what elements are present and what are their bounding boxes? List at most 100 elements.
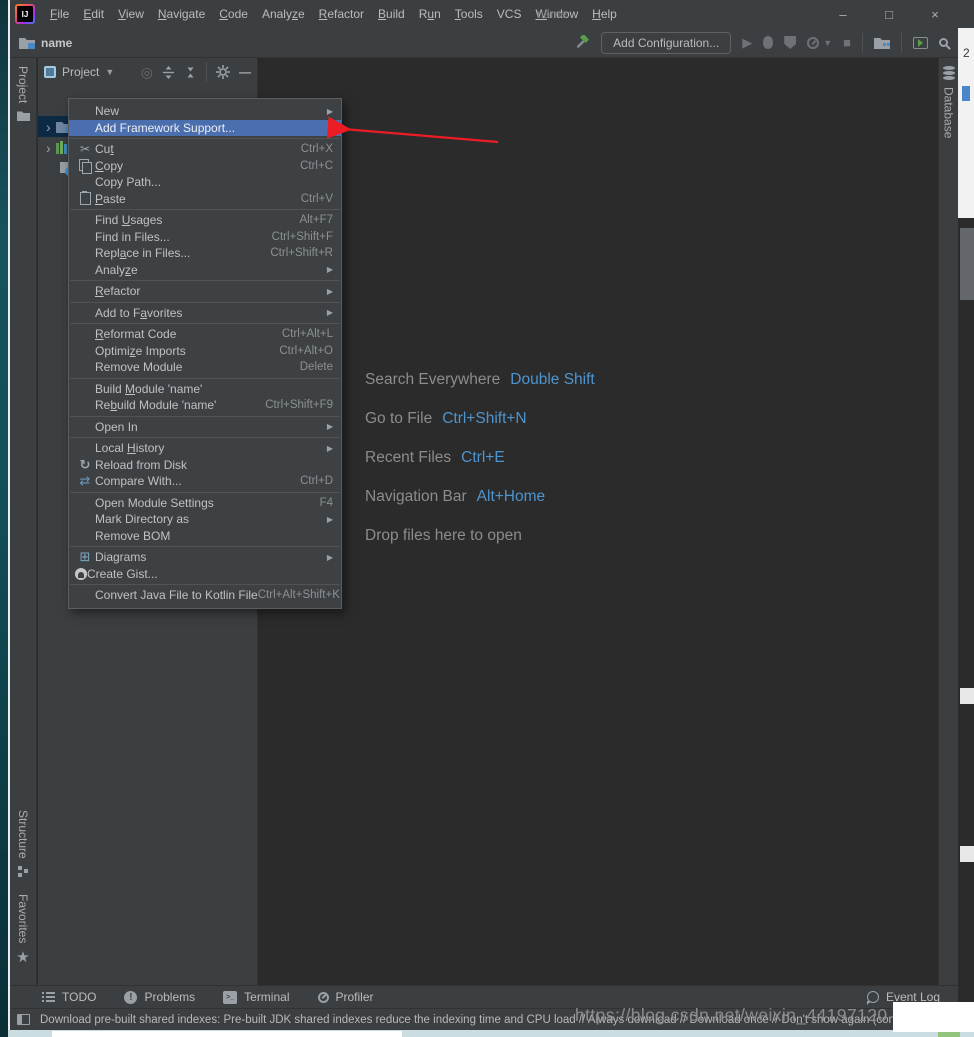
context-menu-item-mark-directory-as[interactable]: Mark Directory as▶	[69, 511, 341, 528]
tool-button-project[interactable]: Project	[10, 66, 36, 121]
menubar-item-navigate[interactable]: Navigate	[151, 7, 212, 21]
minimize-button[interactable]: –	[820, 0, 866, 28]
database-icon	[943, 66, 955, 80]
context-menu-item-remove-module[interactable]: Remove ModuleDelete	[69, 359, 341, 376]
context-menu-item-open-module-settings[interactable]: Open Module Settings F4	[69, 495, 341, 512]
menubar-item-code[interactable]: Code	[212, 7, 255, 21]
stop-icon[interactable]: ■	[843, 36, 851, 49]
settings-gear-icon[interactable]	[216, 65, 230, 79]
menubar-item-vcs[interactable]: VCS	[490, 7, 529, 21]
menubar-item-view[interactable]: View	[111, 7, 151, 21]
profiler-run-icon[interactable]	[807, 37, 819, 49]
close-button[interactable]: ×	[912, 0, 958, 28]
tool-window-tab-problems[interactable]: !Problems	[124, 990, 195, 1004]
context-menu-item-optimize-imports[interactable]: Optimize ImportsCtrl+Alt+O	[69, 343, 341, 360]
menu-separator	[70, 416, 340, 417]
menu-separator	[70, 584, 340, 585]
panel-toolbar: ◎ —	[141, 62, 251, 82]
tool-window-tab-profiler[interactable]: Profiler	[318, 990, 374, 1004]
submenu-arrow-icon: ▶	[327, 422, 333, 431]
context-menu-item-build-module-name[interactable]: Build Module 'name'	[69, 381, 341, 398]
context-menu-item-create-gist[interactable]: Create Gist...	[69, 566, 341, 583]
menubar-item-analyze[interactable]: Analyze	[255, 7, 312, 21]
context-menu-item-refactor[interactable]: Refactor▶	[69, 283, 341, 300]
menu-item-label: Open Module Settings	[95, 496, 214, 510]
project-view-selector[interactable]: Project	[62, 65, 99, 79]
menubar-item-tools[interactable]: Tools	[448, 7, 490, 21]
hide-panel-icon[interactable]: —	[239, 65, 251, 79]
context-menu-item-find-usages[interactable]: Find UsagesAlt+F7	[69, 212, 341, 229]
context-menu-item-new[interactable]: New▶	[69, 103, 341, 120]
context-menu-item-find-in-files[interactable]: Find in Files...Ctrl+Shift+F	[69, 229, 341, 246]
breadcrumb[interactable]: name	[10, 36, 72, 50]
context-menu-item-cut[interactable]: CutCtrl+X	[69, 141, 341, 158]
context-menu-item-convert-java-file-to-kotlin-file[interactable]: Convert Java File to Kotlin FileCtrl+Alt…	[69, 587, 341, 604]
context-menu-item-diagrams[interactable]: Diagrams▶	[69, 549, 341, 566]
menu-item-label: Reformat Code	[95, 327, 176, 341]
context-menu-item-rebuild-module-name[interactable]: Rebuild Module 'name'Ctrl+Shift+F9	[69, 397, 341, 414]
menu-item-shortcut: Ctrl+Shift+F9	[265, 399, 333, 411]
search-everywhere-icon[interactable]	[939, 38, 948, 47]
run-icon[interactable]: ▶	[742, 36, 752, 49]
context-menu-item-reformat-code[interactable]: Reformat CodeCtrl+Alt+L	[69, 326, 341, 343]
maximize-button[interactable]: □	[866, 0, 912, 28]
context-menu-item-add-framework-support[interactable]: Add Framework Support...	[69, 120, 341, 137]
build-hammer-icon[interactable]	[574, 35, 590, 51]
context-menu-item-compare-with[interactable]: Compare With...Ctrl+D	[69, 473, 341, 490]
menu-item-shortcut: Ctrl+V	[301, 193, 333, 205]
menu-separator	[70, 378, 340, 379]
expand-all-icon[interactable]	[162, 66, 175, 79]
context-menu-item-open-in[interactable]: Open In ▶	[69, 419, 341, 436]
menubar-item-file[interactable]: File	[43, 7, 76, 21]
context-menu-item-reload-from-disk[interactable]: Reload from Disk	[69, 457, 341, 474]
webpage-scrollbar-fragment	[960, 228, 974, 300]
toggle-tool-windows-icon[interactable]	[17, 1014, 30, 1025]
tool-window-tab-terminal[interactable]: >_Terminal	[223, 990, 289, 1004]
context-menu-item-replace-in-files[interactable]: Replace in Files...Ctrl+Shift+R	[69, 245, 341, 262]
menubar-item-refactor[interactable]: Refactor	[312, 7, 371, 21]
tool-button-structure[interactable]: Structure	[10, 810, 36, 877]
project-structure-icon[interactable]	[874, 36, 890, 49]
tool-button-favorites[interactable]: Favorites ★	[10, 894, 36, 965]
webpage-fragment	[52, 1031, 402, 1037]
project-stripe-label: Project	[16, 66, 30, 103]
collapse-all-icon[interactable]	[184, 66, 197, 79]
menu-separator	[70, 437, 340, 438]
tool-button-database[interactable]: Database	[939, 66, 958, 138]
run-anything-icon[interactable]	[913, 37, 928, 49]
context-menu-item-add-to-favorites[interactable]: Add to Favorites▶	[69, 305, 341, 322]
toolbar-separator	[862, 33, 863, 53]
context-menu-item-analyze[interactable]: Analyze▶	[69, 262, 341, 279]
context-menu-item-copy[interactable]: CopyCtrl+C	[69, 158, 341, 175]
welcome-hint-go-to-file: Go to FileCtrl+Shift+N	[365, 399, 595, 438]
menu-item-shortcut: F4	[320, 497, 333, 509]
editor-welcome-hints: Search EverywhereDouble ShiftGo to FileC…	[365, 360, 595, 555]
tool-window-tab-todo[interactable]: TODO	[42, 990, 96, 1004]
github-icon	[75, 568, 87, 580]
menu-separator	[70, 209, 340, 210]
context-menu-item-copy-path[interactable]: Copy Path...	[69, 174, 341, 191]
menubar-item-edit[interactable]: Edit	[76, 7, 111, 21]
run-with-coverage-icon[interactable]	[784, 36, 796, 49]
context-menu-item-remove-bom[interactable]: Remove BOM	[69, 528, 341, 545]
menu-item-label: Add Framework Support...	[95, 121, 235, 135]
left-tool-stripe: Project Structure Favorites ★	[10, 58, 37, 985]
chevron-right-icon[interactable]: ›	[46, 141, 51, 155]
debug-icon[interactable]	[763, 36, 773, 49]
menubar-item-build[interactable]: Build	[371, 7, 412, 21]
menubar-item-run[interactable]: Run	[412, 7, 448, 21]
context-menu-item-local-history[interactable]: Local History▶	[69, 440, 341, 457]
chevron-down-icon[interactable]: ▼	[823, 38, 832, 48]
menu-item-shortcut: Ctrl+Alt+Shift+K	[258, 589, 340, 601]
add-configuration-button[interactable]: Add Configuration...	[601, 32, 731, 54]
locate-file-icon[interactable]: ◎	[141, 65, 153, 79]
chevron-right-icon[interactable]: ›	[46, 120, 51, 134]
menu-item-label: Paste	[95, 192, 126, 206]
context-menu-item-paste[interactable]: Paste Ctrl+V	[69, 191, 341, 208]
menubar-item-help[interactable]: Help	[585, 7, 624, 21]
menu-item-label: Open In	[95, 420, 138, 434]
chevron-down-icon[interactable]: ▼	[105, 67, 114, 77]
submenu-arrow-icon: ▶	[327, 308, 333, 317]
submenu-arrow-icon: ▶	[327, 287, 333, 296]
menu-separator	[70, 323, 340, 324]
